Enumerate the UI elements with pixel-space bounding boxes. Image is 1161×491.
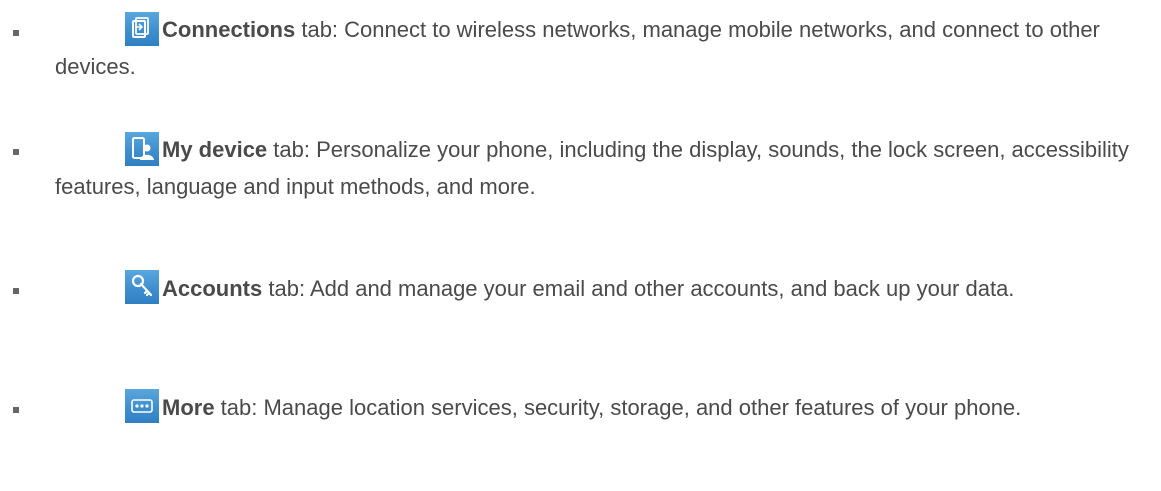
- item-text: More tab: Manage location services, secu…: [55, 389, 1145, 426]
- bullet-marker: [13, 149, 19, 155]
- item-text: Accounts tab: Add and manage your email …: [55, 270, 1145, 307]
- item-title: My device: [162, 137, 268, 162]
- bullet-marker: [13, 407, 19, 413]
- item-title: More: [162, 395, 215, 420]
- item-description: tab: Manage location services, security,…: [214, 395, 1022, 420]
- bullet-marker: [13, 30, 19, 36]
- bullet-marker: [13, 288, 19, 294]
- item-title: Connections: [162, 17, 296, 42]
- item-title: Accounts: [162, 276, 263, 301]
- item-text: My device tab: Personalize your phone, i…: [55, 131, 1145, 205]
- item-description: tab: Add and manage your email and other…: [262, 276, 1015, 301]
- item-text: Connections tab: Connect to wireless net…: [55, 11, 1145, 85]
